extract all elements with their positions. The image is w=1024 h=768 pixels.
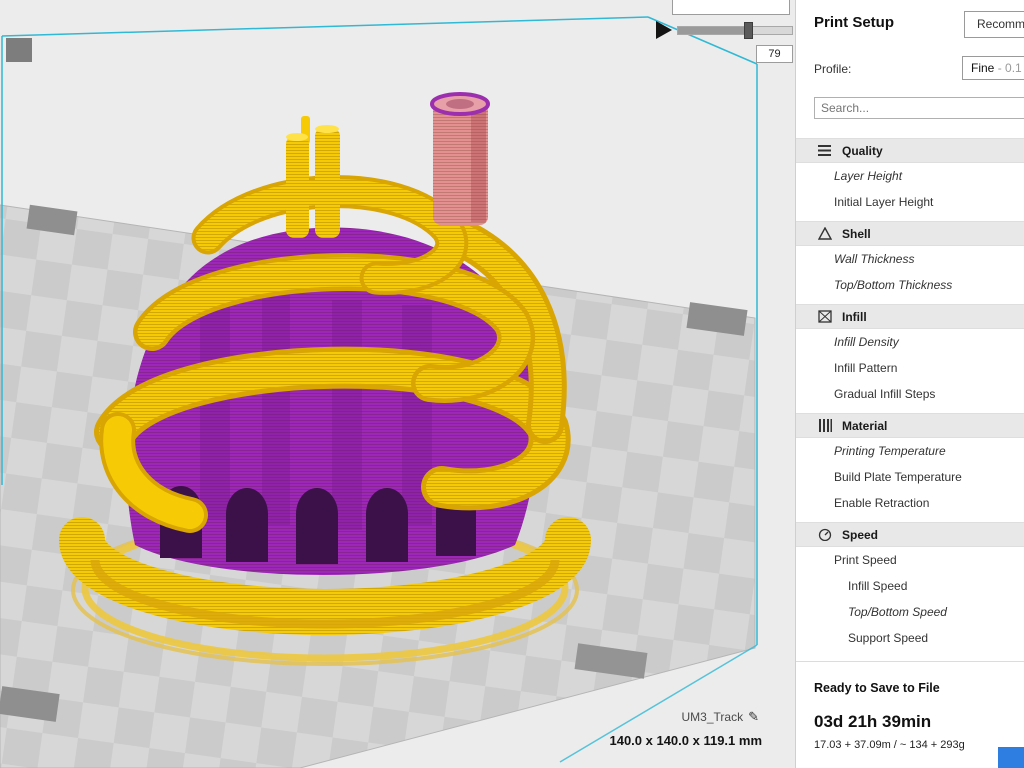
profile-label: Profile: — [814, 62, 851, 76]
category-infill[interactable]: Infill — [796, 304, 1024, 329]
setting-top-bottom-thickness[interactable]: Top/Bottom Thickness — [796, 272, 1024, 298]
material-estimate: 17.03 + 37.09m / ~ 134 + 293g — [814, 739, 965, 751]
category-items-infill: Infill DensityInfill PatternGradual Infi… — [796, 329, 1024, 407]
setting-initial-layer-height[interactable]: Initial Layer Height — [796, 189, 1024, 215]
category-items-quality: Layer HeightInitial Layer Height — [796, 163, 1024, 215]
profile-value: Fine — [971, 61, 994, 75]
quality-icon — [818, 144, 832, 157]
profile-suffix: - 0.1 — [998, 61, 1022, 75]
setting-enable-retraction[interactable]: Enable Retraction — [796, 490, 1024, 516]
material-icon — [818, 419, 832, 432]
category-label: Quality — [842, 144, 883, 158]
category-items-material: Printing TemperatureBuild Plate Temperat… — [796, 438, 1024, 516]
setting-infill-density[interactable]: Infill Density — [796, 329, 1024, 355]
setting-wall-thickness[interactable]: Wall Thickness — [796, 246, 1024, 272]
layer-slider-handle[interactable] — [744, 22, 753, 39]
layer-slider-fill — [678, 27, 744, 34]
category-label: Shell — [842, 227, 871, 241]
setting-infill-speed[interactable]: Infill Speed — [796, 573, 1024, 599]
print-setup-panel: Print Setup Recomm Profile: Fine - 0.1 Q… — [795, 0, 1024, 768]
output-status: Ready to Save to File — [814, 681, 940, 695]
setting-build-plate-temperature[interactable]: Build Plate Temperature — [796, 464, 1024, 490]
plate-corner-marker — [6, 38, 32, 62]
settings-list: Quality Layer HeightInitial Layer Height S… — [796, 138, 1024, 657]
category-quality[interactable]: Quality — [796, 138, 1024, 163]
viewport-3d[interactable]: 79 UM3_Track ✎ 140.0 x 140.0 x 119.1 mm — [0, 0, 795, 768]
setting-top-bottom-speed[interactable]: Top/Bottom Speed — [796, 599, 1024, 625]
category-label: Speed — [842, 528, 878, 542]
category-speed[interactable]: Speed — [796, 522, 1024, 547]
job-name-label: UM3_Track — [682, 710, 744, 724]
setting-support-speed[interactable]: Support Speed — [796, 625, 1024, 651]
edit-pencil-icon[interactable]: ✎ — [748, 709, 759, 725]
setting-gradual-infill-steps[interactable]: Gradual Infill Steps — [796, 381, 1024, 407]
setting-printing-temperature[interactable]: Printing Temperature — [796, 438, 1024, 464]
layer-slider-groove[interactable] — [672, 0, 790, 15]
setting-infill-pattern[interactable]: Infill Pattern — [796, 355, 1024, 381]
prime-tower — [432, 94, 488, 225]
setting-print-speed[interactable]: Print Speed — [796, 547, 1024, 573]
speed-icon — [818, 528, 832, 541]
category-shell[interactable]: Shell — [796, 221, 1024, 246]
category-items-speed: Print SpeedInfill SpeedTop/Bottom SpeedS… — [796, 547, 1024, 651]
category-label: Material — [842, 419, 887, 433]
print-time-estimate: 03d 21h 39min — [814, 712, 931, 732]
category-items-shell: Wall ThicknessTop/Bottom Thickness — [796, 246, 1024, 298]
job-name[interactable]: UM3_Track ✎ — [682, 709, 759, 725]
layer-play-button[interactable] — [653, 20, 673, 40]
profile-dropdown[interactable]: Fine - 0.1 — [962, 56, 1024, 80]
model-dimensions: 140.0 x 140.0 x 119.1 mm — [609, 733, 762, 748]
category-label: Infill — [842, 310, 867, 324]
layer-slider-track[interactable] — [677, 26, 793, 35]
panel-divider — [796, 661, 1024, 662]
shell-icon — [818, 227, 832, 240]
layer-number-field[interactable]: 79 — [756, 45, 793, 63]
infill-icon — [818, 310, 832, 323]
settings-search-input[interactable] — [814, 97, 1024, 119]
save-to-file-button[interactable] — [998, 747, 1024, 768]
recommended-mode-button[interactable]: Recomm — [964, 11, 1024, 38]
category-material[interactable]: Material — [796, 413, 1024, 438]
setting-layer-height[interactable]: Layer Height — [796, 163, 1024, 189]
play-icon — [653, 20, 673, 40]
print-setup-title: Print Setup — [814, 14, 894, 31]
